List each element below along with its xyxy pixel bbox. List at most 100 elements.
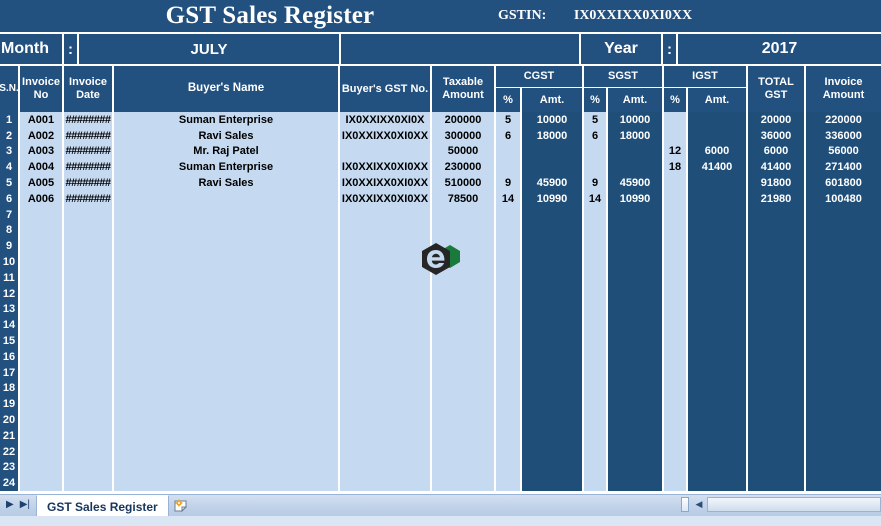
row-number[interactable]: 22 [0, 444, 18, 460]
cell-buyer-gst-no[interactable]: IX0XXIXX0XI0XX [340, 191, 430, 207]
cell-taxable[interactable]: 50000 [432, 144, 494, 160]
cell-invoice-date[interactable]: ######## [64, 175, 112, 191]
scrollbar-track[interactable] [707, 497, 881, 512]
cell-total-gst[interactable]: 36000 [748, 128, 804, 144]
cell-invoice-amount[interactable]: 56000 [806, 144, 881, 160]
cell-igst-pct[interactable]: 18 [664, 159, 686, 175]
year-value[interactable]: 2017 [678, 34, 881, 64]
cell-invoice-amount[interactable]: 601800 [806, 175, 881, 191]
cell-buyer-gst-no[interactable]: IX0XXIXX0XI0X [340, 112, 430, 128]
cell-buyer-gst-no[interactable]: IX0XXIXX0XI0XX [340, 159, 430, 175]
row-number[interactable]: 21 [0, 428, 18, 444]
cell-invoice-no[interactable]: A001 [20, 112, 62, 128]
row-number[interactable]: 10 [0, 254, 18, 270]
company-logo-watermark [420, 241, 462, 285]
cell-buyer-gst-no[interactable]: IX0XXIXX0XI0XX [340, 175, 430, 191]
row-number[interactable]: 12 [0, 286, 18, 302]
cell-igst-amt[interactable]: 6000 [688, 144, 746, 160]
row-number[interactable]: 5 [0, 175, 18, 191]
cell-buyer-gst-no[interactable]: IX0XXIXX0XI0XX [340, 128, 430, 144]
cell-invoice-no[interactable]: A002 [20, 128, 62, 144]
row-number[interactable]: 11 [0, 270, 18, 286]
sheet-nav-buttons[interactable]: ▶ ▶| [2, 496, 36, 514]
cell-total-gst[interactable]: 6000 [748, 144, 804, 160]
sheet-tab-gst-sales-register[interactable]: GST Sales Register [36, 495, 169, 517]
cell-invoice-date[interactable]: ######## [64, 191, 112, 207]
row-number[interactable]: 3 [0, 144, 18, 160]
cell-cgst-amt[interactable]: 45900 [522, 175, 582, 191]
row-number[interactable]: 6 [0, 191, 18, 207]
row-number[interactable]: 20 [0, 412, 18, 428]
cell-invoice-amount[interactable]: 100480 [806, 191, 881, 207]
cell-invoice-no[interactable]: A004 [20, 159, 62, 175]
cell-sgst-pct[interactable]: 9 [584, 175, 606, 191]
row-number[interactable]: 1 [0, 112, 18, 128]
cell-igst-pct[interactable]: 12 [664, 144, 686, 160]
cell-igst-amt[interactable]: 41400 [688, 159, 746, 175]
month-value[interactable]: JULY [79, 34, 339, 64]
cell-sgst-amt[interactable]: 10990 [608, 191, 662, 207]
row-number[interactable]: 16 [0, 349, 18, 365]
cell-taxable[interactable]: 510000 [432, 175, 494, 191]
cell-invoice-date[interactable]: ######## [64, 128, 112, 144]
cell-cgst-pct[interactable]: 6 [496, 128, 520, 144]
next-sheet-icon[interactable]: ▶ [6, 500, 14, 510]
cell-invoice-amount[interactable]: 220000 [806, 112, 881, 128]
cell-cgst-amt[interactable]: 10000 [522, 112, 582, 128]
col-header-sgst-group: SGST [584, 66, 662, 87]
cell-cgst-pct[interactable]: 9 [496, 175, 520, 191]
cell-taxable[interactable]: 200000 [432, 112, 494, 128]
cell-buyer-name[interactable]: Mr. Raj Patel [114, 144, 338, 160]
cell-invoice-no[interactable]: A003 [20, 144, 62, 160]
cell-invoice-amount[interactable]: 271400 [806, 159, 881, 175]
cell-sgst-pct[interactable]: 14 [584, 191, 606, 207]
cell-total-gst[interactable]: 20000 [748, 112, 804, 128]
cell-total-gst[interactable]: 91800 [748, 175, 804, 191]
cell-invoice-amount[interactable]: 336000 [806, 128, 881, 144]
cell-taxable[interactable]: 230000 [432, 159, 494, 175]
cell-total-gst[interactable]: 41400 [748, 159, 804, 175]
last-sheet-icon[interactable]: ▶| [20, 500, 30, 510]
sheet-bottom-bar: ▶ ▶| GST Sales Register ◀ [0, 494, 881, 526]
cell-buyer-name[interactable]: Suman Enterprise [114, 112, 338, 128]
cell-sgst-amt[interactable]: 45900 [608, 175, 662, 191]
cell-cgst-pct[interactable]: 5 [496, 112, 520, 128]
cell-cgst-pct[interactable]: 14 [496, 191, 520, 207]
row-number[interactable]: 24 [0, 475, 18, 491]
cell-buyer-name[interactable]: Suman Enterprise [114, 159, 338, 175]
row-number[interactable]: 7 [0, 207, 18, 223]
row-number[interactable]: 18 [0, 381, 18, 397]
cell-invoice-date[interactable]: ######## [64, 159, 112, 175]
cell-taxable[interactable]: 300000 [432, 128, 494, 144]
row-number[interactable]: 23 [0, 460, 18, 476]
row-number[interactable]: 2 [0, 128, 18, 144]
cell-sgst-amt[interactable]: 10000 [608, 112, 662, 128]
new-sheet-tab-button[interactable] [165, 496, 199, 516]
horizontal-scrollbar[interactable]: ◀ [681, 496, 881, 513]
cell-sgst-pct[interactable]: 6 [584, 128, 606, 144]
col-header-sgst-pct: % [584, 88, 606, 112]
row-number[interactable]: 14 [0, 317, 18, 333]
cell-total-gst[interactable]: 21980 [748, 191, 804, 207]
cell-taxable[interactable]: 78500 [432, 191, 494, 207]
row-number[interactable]: 8 [0, 223, 18, 239]
cell-cgst-amt[interactable]: 18000 [522, 128, 582, 144]
scrollbar-split-handle[interactable] [681, 497, 689, 512]
cell-invoice-no[interactable]: A005 [20, 175, 62, 191]
row-number[interactable]: 9 [0, 238, 18, 254]
cell-buyer-name[interactable]: Ravi Sales [114, 175, 338, 191]
row-number[interactable]: 13 [0, 302, 18, 318]
row-number[interactable]: 17 [0, 365, 18, 381]
gstin-value[interactable]: IX0XXIXX0XI0XX [561, 1, 705, 31]
cell-invoice-date[interactable]: ######## [64, 144, 112, 160]
cell-buyer-name[interactable]: Ravi Sales [114, 128, 338, 144]
cell-sgst-amt[interactable]: 18000 [608, 128, 662, 144]
cell-invoice-no[interactable]: A006 [20, 191, 62, 207]
cell-invoice-date[interactable]: ######## [64, 112, 112, 128]
cell-sgst-pct[interactable]: 5 [584, 112, 606, 128]
row-number[interactable]: 19 [0, 396, 18, 412]
scroll-left-button[interactable]: ◀ [691, 497, 707, 512]
cell-cgst-amt[interactable]: 10990 [522, 191, 582, 207]
row-number[interactable]: 15 [0, 333, 18, 349]
row-number[interactable]: 4 [0, 159, 18, 175]
